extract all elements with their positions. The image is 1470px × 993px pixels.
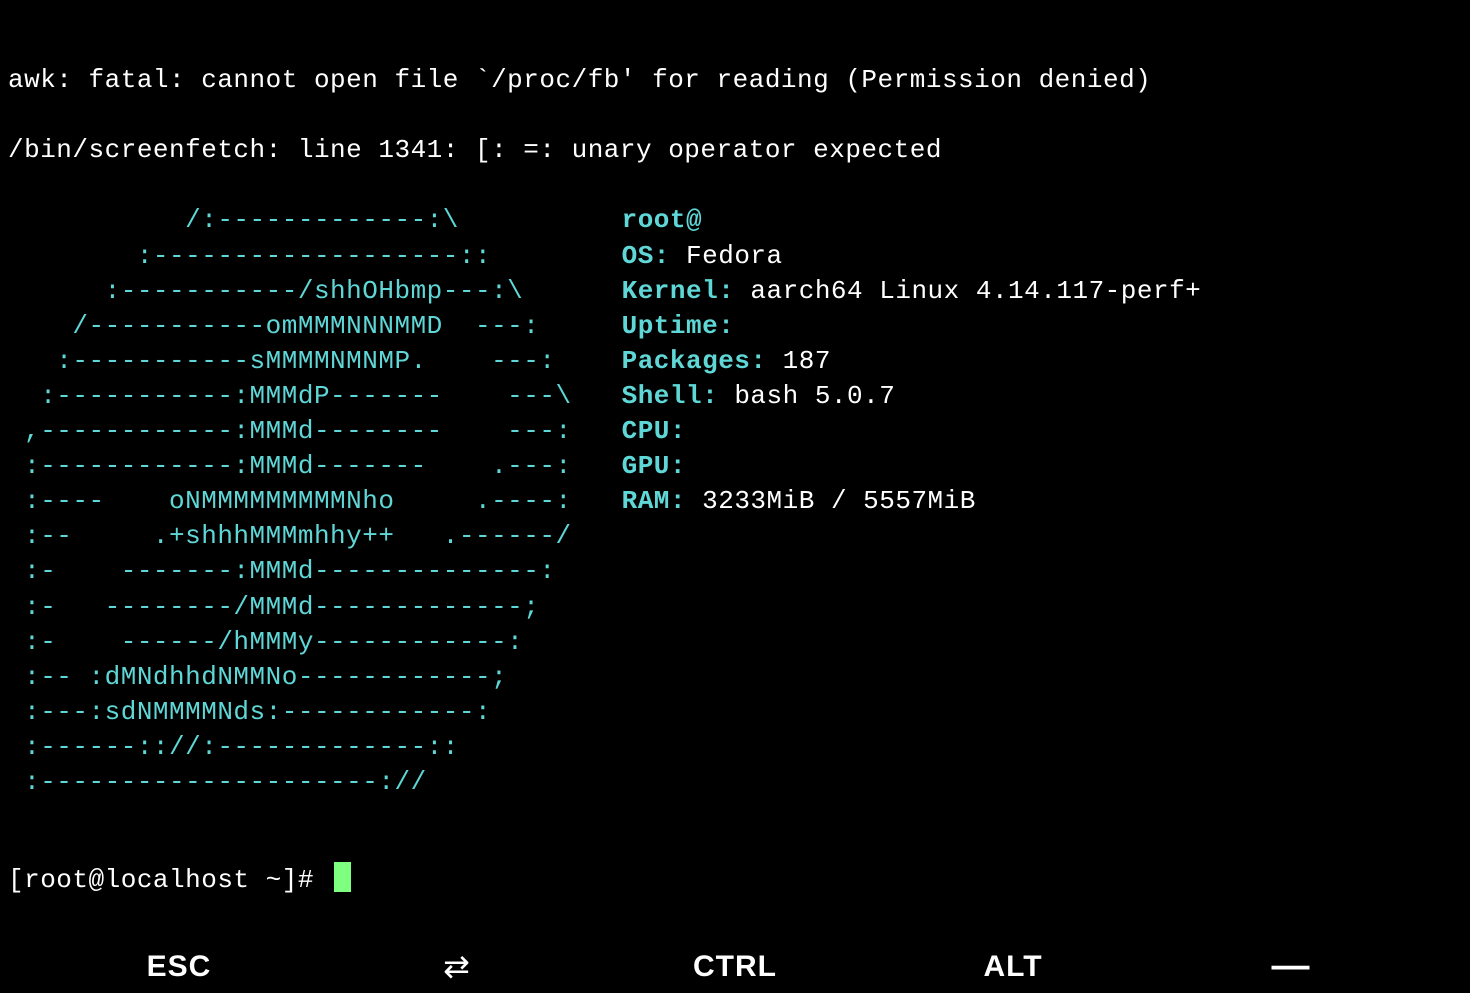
uptime-value — [734, 311, 750, 341]
keyboard-toolbar: ESC ⇄ CTRL ALT — — [0, 941, 1470, 992]
ram-value: 3233MiB / 5557MiB — [686, 486, 976, 516]
os-value: Fedora — [670, 241, 799, 271]
screenfetch-output: /:-------------:\ :-------------------::… — [8, 203, 1462, 800]
shell-value: bash 5.0.7 — [718, 381, 895, 411]
kernel-value: aarch64 Linux 4.14.117-perf+ — [734, 276, 1201, 306]
error-line-2: /bin/screenfetch: line 1341: [: =: unary… — [8, 133, 1462, 168]
shell-prompt[interactable]: [root@localhost ~]# — [8, 863, 1462, 898]
fedora-ascii-logo: /:-------------:\ :-------------------::… — [8, 203, 572, 800]
gpu-value — [686, 451, 702, 481]
dash-key-button[interactable]: — — [1152, 941, 1430, 992]
esc-key-button[interactable]: ESC — [40, 947, 318, 988]
cpu-value — [686, 416, 702, 446]
terminal-output[interactable]: awk: fatal: cannot open file `/proc/fb' … — [0, 0, 1470, 941]
ram-label: RAM: — [622, 486, 686, 516]
prompt-text: [root@localhost ~]# — [8, 865, 330, 895]
swap-key-button[interactable]: ⇄ — [318, 945, 596, 988]
kernel-label: Kernel: — [622, 276, 735, 306]
error-line-1: awk: fatal: cannot open file `/proc/fb' … — [8, 63, 1462, 98]
gpu-label: GPU: — [622, 451, 686, 481]
packages-value: 187 — [767, 346, 831, 376]
cpu-label: CPU: — [622, 416, 686, 446]
uptime-label: Uptime: — [622, 311, 735, 341]
cursor-icon — [334, 862, 351, 892]
alt-key-button[interactable]: ALT — [874, 947, 1152, 988]
system-info: root@ OS: Fedora Kernel: aarch64 Linux 4… — [622, 203, 1202, 800]
os-label: OS: — [622, 241, 670, 271]
user-host: root@ — [622, 205, 703, 235]
shell-label: Shell: — [622, 381, 719, 411]
packages-label: Packages: — [622, 346, 767, 376]
ctrl-key-button[interactable]: CTRL — [596, 947, 874, 988]
